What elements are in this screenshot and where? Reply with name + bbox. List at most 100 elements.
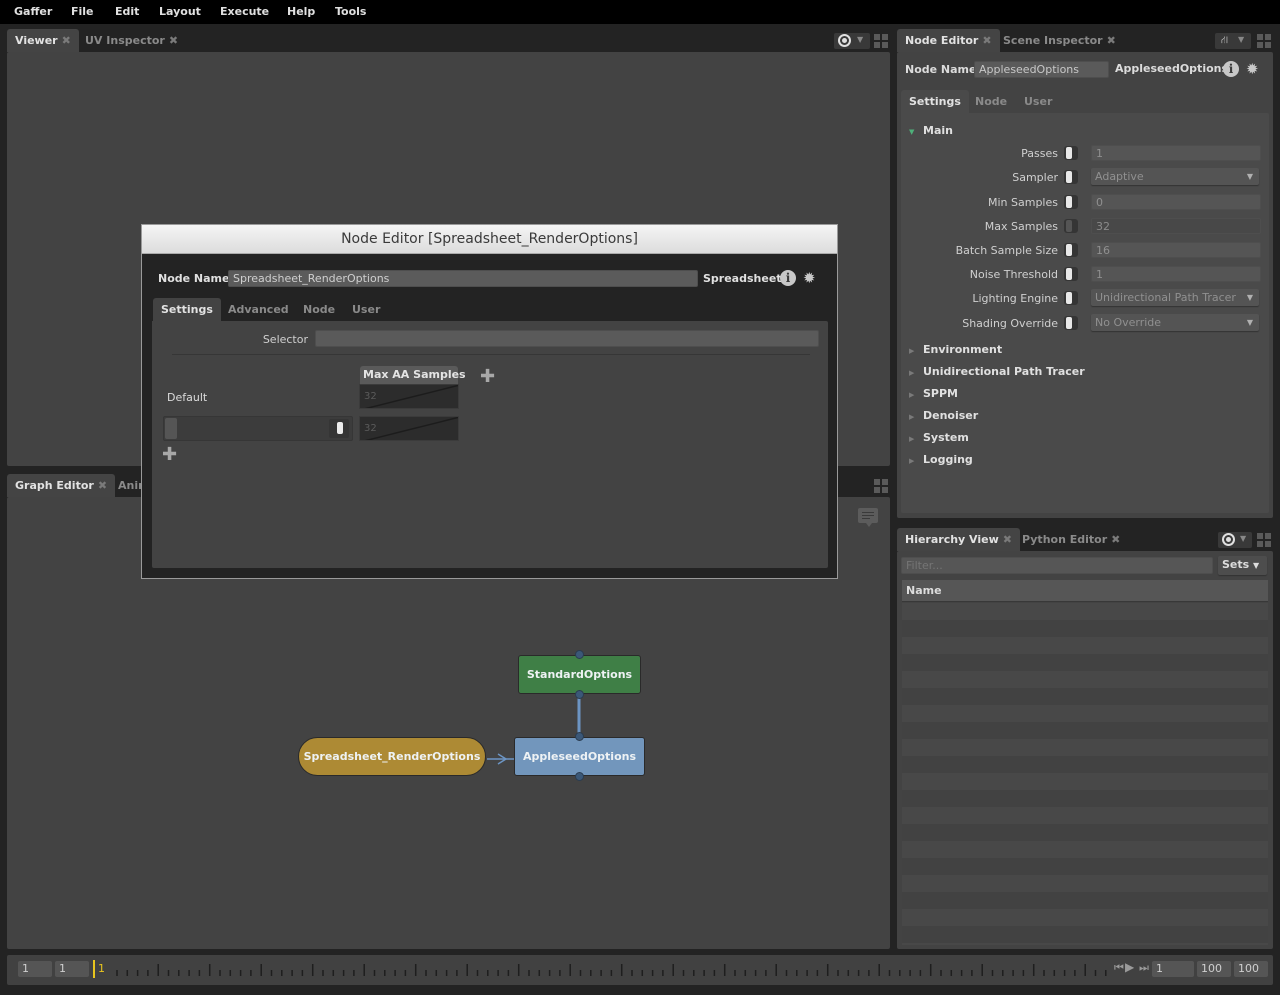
timeline-ruler[interactable] <box>107 961 1112 979</box>
batch-sample-size-input[interactable]: 16 <box>1091 242 1261 258</box>
node-standard-options[interactable]: StandardOptions <box>518 655 641 694</box>
tab-scene-inspector[interactable]: Scene Inspector ✖ <box>995 29 1124 52</box>
noise-threshold-input[interactable]: 1 <box>1091 266 1261 282</box>
close-icon[interactable]: ✖ <box>1111 533 1120 546</box>
sets-dropdown[interactable]: Sets ▼ <box>1218 556 1267 575</box>
section-system[interactable]: ▶ System <box>909 431 969 444</box>
section-sppm[interactable]: ▶ SPPM <box>909 387 958 400</box>
field-label-max-samples: Max Samples <box>984 220 1058 233</box>
range-end-field[interactable]: 100 <box>1234 961 1268 977</box>
playhead[interactable] <box>93 960 95 978</box>
node-type-label: AppleseedOptions <box>1115 62 1229 75</box>
tab-node-editor[interactable]: Node Editor ✖ <box>897 29 1000 52</box>
tab-label: Node <box>975 95 1008 108</box>
start-frame-field[interactable]: 1 <box>18 961 52 977</box>
info-icon[interactable]: i <box>1223 61 1239 77</box>
info-icon[interactable]: i <box>780 270 796 286</box>
dialog-title: Node Editor [Spreadsheet_RenderOptions] <box>341 231 638 247</box>
dropdown-value: Adaptive <box>1095 170 1144 183</box>
section-unidirectional-path-tracer[interactable]: ▶ Unidirectional Path Tracer <box>909 365 1085 378</box>
node-name-label: Node Name <box>905 63 977 76</box>
play-icon[interactable]: ▶ <box>1125 960 1134 974</box>
drag-handle[interactable] <box>165 418 177 439</box>
lighting-engine-toggle[interactable] <box>1064 291 1078 305</box>
column-header-max-aa-samples[interactable]: Max AA Samples <box>360 366 466 384</box>
hierarchy-list[interactable] <box>902 603 1268 945</box>
max-samples-input: 32 <box>1091 218 1261 234</box>
node-name-input[interactable]: Spreadsheet_RenderOptions <box>228 270 698 287</box>
dropdown-value: Unidirectional Path Tracer <box>1095 291 1236 304</box>
target-icon <box>1222 533 1235 546</box>
dialog-tab-advanced[interactable]: Advanced <box>220 298 297 321</box>
skip-to-start-icon[interactable]: ⏮ <box>1114 961 1124 975</box>
dialog-tab-user[interactable]: User <box>344 298 388 321</box>
node-input-plug[interactable] <box>575 732 584 741</box>
node-output-plug[interactable] <box>575 690 584 699</box>
node-input-plug[interactable] <box>575 650 584 659</box>
dialog-tab-node[interactable]: Node <box>295 298 343 321</box>
dialog-tab-settings[interactable]: Settings <box>153 298 221 321</box>
section-main[interactable]: ▼ Main <box>909 124 953 137</box>
range-start-field[interactable]: 100 <box>1197 961 1231 977</box>
section-logging[interactable]: ▶ Logging <box>909 453 973 466</box>
node-name-label: Node Name <box>158 272 230 285</box>
chevron-down-icon: ▼ <box>1253 561 1260 570</box>
sampler-toggle[interactable] <box>1064 170 1078 184</box>
timeline: 1 1 1 ⏮ ▶ ⏭ 1 100 100 <box>7 955 1273 985</box>
passes-input[interactable]: 1 <box>1091 145 1261 161</box>
batch-sample-size-toggle[interactable] <box>1064 243 1078 257</box>
selector-label: Selector <box>262 333 308 346</box>
node-output-plug[interactable] <box>575 772 584 781</box>
subtab-node[interactable]: Node <box>967 90 1015 113</box>
node-editor-follow-menu[interactable]: ⛙ ▼ <box>1215 33 1251 49</box>
collapsed-triangle-icon: ▶ <box>909 369 915 377</box>
tab-label: User <box>352 303 381 316</box>
noise-threshold-toggle[interactable] <box>1064 267 1078 281</box>
min-samples-input[interactable]: 0 <box>1091 194 1261 210</box>
tab-label: Settings <box>909 95 961 108</box>
close-icon[interactable]: ✖ <box>982 34 991 47</box>
min-samples-toggle[interactable] <box>1064 195 1078 209</box>
subtab-settings[interactable]: Settings <box>901 90 969 113</box>
skip-to-end-icon[interactable]: ⏭ <box>1139 961 1149 975</box>
row-name-field[interactable] <box>163 416 353 441</box>
layout-grid-icon[interactable] <box>1257 34 1271 48</box>
subtab-user[interactable]: User <box>1016 90 1060 113</box>
max-samples-toggle[interactable] <box>1064 219 1078 233</box>
column-header-name[interactable]: Name <box>902 580 1268 602</box>
section-environment[interactable]: ▶ Environment <box>909 343 1002 356</box>
layout-grid-icon[interactable] <box>1257 533 1271 547</box>
shading-override-dropdown[interactable]: No Override ▼ <box>1091 314 1259 331</box>
current-frame-field[interactable]: 1 <box>1152 961 1194 977</box>
tab-python-editor[interactable]: Python Editor ✖ <box>1014 528 1128 551</box>
node-spreadsheet-render-options[interactable]: Spreadsheet_RenderOptions <box>298 737 486 776</box>
tab-hierarchy-view[interactable]: Hierarchy View ✖ <box>897 528 1020 551</box>
column-header-label: Max AA Samples <box>363 368 466 381</box>
filter-input[interactable] <box>901 557 1213 574</box>
add-column-icon[interactable]: ✚ <box>480 368 495 386</box>
gear-icon[interactable]: ✹ <box>803 270 816 286</box>
add-row-icon[interactable]: ✚ <box>162 446 177 464</box>
cell-default-max-aa-samples[interactable]: 32 <box>359 384 459 409</box>
section-denoiser[interactable]: ▶ Denoiser <box>909 409 978 422</box>
cell-row1-max-aa-samples[interactable]: 32 <box>359 416 459 441</box>
node-name-input[interactable]: AppleseedOptions <box>974 61 1109 78</box>
passes-toggle[interactable] <box>1064 146 1078 160</box>
node-appleseed-options[interactable]: AppleseedOptions <box>514 737 645 776</box>
gear-icon[interactable]: ✹ <box>1246 61 1259 77</box>
lighting-engine-dropdown[interactable]: Unidirectional Path Tracer ▼ <box>1091 289 1259 306</box>
chevron-down-icon: ▼ <box>1240 534 1247 543</box>
close-icon[interactable]: ✖ <box>1003 533 1012 546</box>
dialog-title-bar[interactable]: Node Editor [Spreadsheet_RenderOptions] <box>142 225 837 254</box>
node-editor-dialog: Node Editor [Spreadsheet_RenderOptions] … <box>141 224 838 579</box>
selector-input[interactable] <box>315 330 819 347</box>
sampler-dropdown[interactable]: Adaptive ▼ <box>1091 168 1259 185</box>
section-label: SPPM <box>923 387 958 400</box>
field-label-min-samples: Min Samples <box>988 196 1058 209</box>
shading-override-toggle[interactable] <box>1064 316 1078 330</box>
end-frame-field[interactable]: 1 <box>55 961 89 977</box>
section-label: System <box>923 431 969 444</box>
close-icon[interactable]: ✖ <box>1107 34 1116 47</box>
hierarchy-settings-menu[interactable]: ▼ <box>1218 532 1252 548</box>
row-enabled-toggle[interactable] <box>329 419 349 438</box>
